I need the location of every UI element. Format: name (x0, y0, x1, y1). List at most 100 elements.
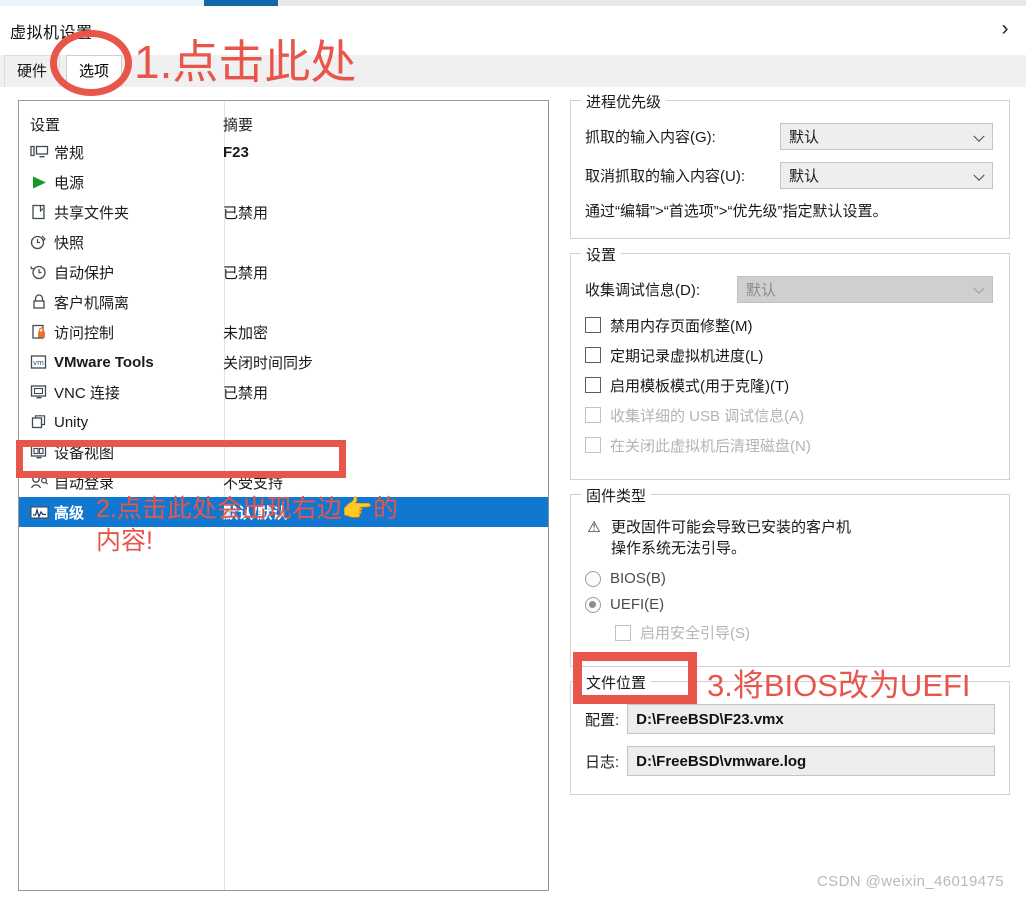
list-item-guest-isolation[interactable]: 客户机隔离 (19, 287, 548, 317)
config-path-value: D:\FreeBSD\F23.vmx (627, 704, 995, 734)
firmware-type-title: 固件类型 (581, 484, 652, 506)
list-item-device-view[interactable]: 设备视图 (19, 437, 548, 467)
device-view-icon (27, 442, 51, 462)
list-item-vnc[interactable]: VNC 连接 已禁用 (19, 377, 548, 407)
debug-info-value: 默认 (746, 281, 777, 299)
vnc-icon (27, 382, 51, 402)
list-item-label: 高级 (54, 504, 85, 522)
chevron-down-icon (973, 169, 985, 181)
checkbox-usb-debug: 收集详细的 USB 调试信息(A) (585, 405, 995, 426)
advanced-wave-icon (27, 502, 51, 522)
list-item-label: VNC 连接 (54, 384, 120, 402)
checkbox-label: 禁用内存页面修整(M) (610, 317, 753, 335)
file-location-title: 文件位置 (581, 672, 652, 693)
log-path-label: 日志: (585, 753, 620, 771)
radio-bios[interactable]: BIOS(B) (585, 570, 995, 587)
list-item-auto-login[interactable]: 自动登录 不受支持 (19, 467, 548, 497)
checkbox-log-progress[interactable]: 定期记录虚拟机进度(L) (585, 345, 995, 366)
checkbox-icon[interactable] (585, 377, 601, 393)
chevron-down-icon (973, 282, 985, 294)
list-item-label: Unity (54, 413, 89, 431)
radio-label: BIOS(B) (610, 570, 666, 587)
checkbox-label: 启用安全引导(S) (640, 625, 750, 642)
grab-input-dropdown[interactable]: 默认 (780, 123, 993, 150)
log-path-row: 日志: D:\FreeBSD\vmware.log (585, 746, 995, 776)
checkbox-label: 启用模板模式(用于克隆)(T) (610, 377, 790, 395)
list-item-label: 设备视图 (54, 444, 115, 462)
grab-input-label: 抓取的输入内容(G): (585, 129, 716, 146)
access-control-lock-icon (27, 322, 51, 342)
list-item-shared-folders[interactable]: 共享文件夹 已禁用 (19, 197, 548, 227)
checkbox-label: 收集详细的 USB 调试信息(A) (610, 407, 805, 425)
list-item-summary: 已禁用 (223, 264, 269, 282)
auto-login-icon (27, 472, 51, 492)
list-item-summary: 默认/默认 (223, 504, 288, 522)
config-path-row: 配置: D:\FreeBSD\F23.vmx (585, 704, 995, 734)
checkbox-label: 在关闭此虚拟机后清理磁盘(N) (610, 437, 811, 455)
ungrab-input-dropdown[interactable]: 默认 (780, 162, 993, 189)
checkbox-icon (615, 624, 631, 641)
checkbox-icon (585, 437, 601, 453)
tab-hardware[interactable]: 硬件 (4, 55, 61, 87)
list-header-row: 设置 摘要 (19, 109, 548, 139)
ungrab-input-label: 取消抓取的输入内容(U): (585, 168, 745, 185)
column-header-setting: 设置 (30, 116, 61, 134)
folder-icon (27, 202, 51, 222)
file-location-group: 文件位置 配置: D:\FreeBSD\F23.vmx 日志: D:\FreeB… (570, 672, 1010, 795)
play-icon (27, 172, 51, 192)
radio-icon[interactable] (585, 570, 601, 587)
grab-input-value: 默认 (789, 129, 820, 146)
dialog-title-bar: 虚拟机设置 › (0, 6, 1026, 46)
options-panel: 进程优先级 抓取的输入内容(G): 默认 取消抓取的输入内容(U): 默认 通过… (570, 91, 1010, 809)
list-item-label: 常规 (54, 144, 85, 162)
checkbox-disable-memory-trim[interactable]: 禁用内存页面修整(M) (585, 315, 995, 336)
list-item-label: VMware Tools (54, 353, 154, 371)
close-icon[interactable]: › (992, 16, 1018, 42)
checkbox-icon[interactable] (585, 347, 601, 363)
settings-list[interactable]: 设置 摘要 常规 F23 电源 共享文件夹 已禁用 快照 自动保护 已禁用 客户… (18, 100, 549, 891)
list-item-autoprotect[interactable]: 自动保护 已禁用 (19, 257, 548, 287)
list-item-general[interactable]: 常规 F23 (19, 137, 548, 167)
priority-hint-text: 通过“编辑”>“首选项”>“优先级”指定默认设置。 (585, 203, 888, 220)
unity-icon (27, 412, 51, 432)
radio-icon[interactable] (585, 596, 601, 613)
process-priority-group: 进程优先级 抓取的输入内容(G): 默认 取消抓取的输入内容(U): 默认 通过… (570, 91, 1010, 239)
list-item-summary: 不受支持 (223, 474, 284, 492)
svg-text:vm: vm (33, 359, 44, 367)
checkbox-icon[interactable] (585, 317, 601, 333)
monitor-icon (27, 142, 51, 162)
list-item-label: 自动保护 (54, 264, 115, 282)
firmware-type-group: 固件类型 ⚠ 更改固件可能会导致已安装的客户机 操作系统无法引导。 BIOS(B… (570, 484, 1010, 667)
debug-info-row: 收集调试信息(D): 默认 (585, 275, 995, 303)
process-priority-title: 进程优先级 (581, 91, 667, 112)
list-item-label: 快照 (54, 234, 85, 252)
list-item-access-control[interactable]: 访问控制 未加密 (19, 317, 548, 347)
list-item-vmware-tools[interactable]: vm VMware Tools 关闭时间同步 (19, 347, 548, 377)
list-item-label: 访问控制 (54, 324, 115, 342)
debug-info-dropdown[interactable]: 默认 (737, 275, 993, 303)
vmware-tools-icon: vm (27, 352, 51, 372)
chevron-down-icon (973, 130, 985, 142)
list-item-snapshot[interactable]: 快照 (19, 227, 548, 257)
ungrab-input-value: 默认 (789, 168, 820, 185)
radio-uefi[interactable]: UEFI(E) (585, 596, 995, 613)
checkbox-template-mode[interactable]: 启用模板模式(用于克隆)(T) (585, 375, 995, 396)
tab-options[interactable]: 选项 (66, 55, 123, 87)
firmware-warning: ⚠ 更改固件可能会导致已安装的客户机 操作系统无法引导。 (585, 517, 995, 561)
lock-icon (27, 292, 51, 312)
checkbox-clean-disk: 在关闭此虚拟机后清理磁盘(N) (585, 435, 995, 456)
ungrab-input-row: 取消抓取的输入内容(U): 默认 (585, 162, 995, 189)
watermark: CSDN @weixin_46019475 (816, 873, 1004, 890)
list-item-unity[interactable]: Unity (19, 407, 548, 437)
column-header-summary: 摘要 (223, 116, 254, 134)
config-path-label: 配置: (585, 711, 620, 729)
list-item-advanced[interactable]: 高级 默认/默认 (19, 497, 548, 527)
list-item-label: 共享文件夹 (54, 204, 130, 222)
firmware-warning-text: 更改固件可能会导致已安装的客户机 操作系统无法引导。 (611, 518, 852, 558)
warning-triangle-icon: ⚠ (587, 518, 601, 536)
list-item-power[interactable]: 电源 (19, 167, 548, 197)
radio-label: UEFI(E) (610, 596, 665, 613)
list-item-label: 电源 (54, 174, 85, 192)
checkbox-label: 定期记录虚拟机进度(L) (610, 347, 764, 365)
list-item-summary: 已禁用 (223, 204, 269, 222)
